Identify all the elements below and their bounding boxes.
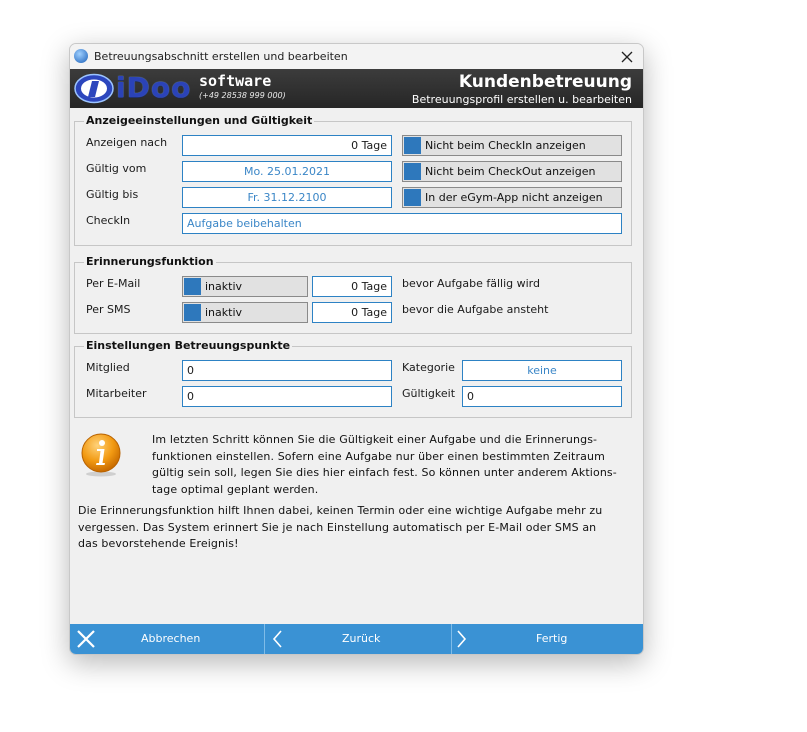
chevron-left-icon [272,630,282,648]
mitglied-input[interactable] [182,360,392,381]
info-line: Die Erinnerungsfunktion hilft Ihnen dabe… [78,504,603,517]
footer-bar: Abbrechen Zurück Fertig [70,624,643,654]
header-banner: iDoo software (+49 28538 999 000) Kunden… [70,69,643,108]
sms-days-input[interactable] [312,302,392,323]
info-icon [81,433,121,477]
info-line: vergessen. Das System erinnert Sie je na… [78,520,597,534]
group-punkte-legend: Einstellungen Betreuungspunkte [84,339,293,352]
info-line: das bevorstehende Ereignis! [78,537,239,550]
app-icon [74,49,88,63]
checkbox-label: In der eGym-App nicht anzeigen [425,191,603,204]
toggle-indicator [184,304,201,321]
back-button[interactable]: Zurück [265,624,451,654]
mitglied-label: Mitglied [86,361,130,374]
email-suffix: bevor Aufgabe fällig wird [402,277,540,290]
sms-toggle[interactable]: inaktiv [182,302,308,323]
header-title: Kundenbetreuung [458,72,632,92]
close-icon [621,51,633,62]
checkbox-indicator [404,163,421,180]
checkbox-indicator [404,189,421,206]
header-subtitle: Betreuungsprofil erstellen u. bearbeiten [411,93,632,106]
gueltig-vom-input[interactable] [182,161,392,182]
checkbox-not-checkout[interactable]: Nicht beim CheckOut anzeigen [402,161,622,182]
email-label: Per E-Mail [86,277,141,290]
checkbox-not-egym[interactable]: In der eGym-App nicht anzeigen [402,187,622,208]
checkbox-indicator [404,137,421,154]
close-button[interactable] [611,44,643,69]
info-line: tage optimal geplant werden. [152,482,319,496]
title-bar: Betreuungsabschnitt erstellen und bearbe… [70,44,643,69]
reminder-paragraph: Die Erinnerungsfunktion hilft Ihnen dabe… [78,503,638,553]
back-label: Zurück [342,632,381,645]
finish-label: Fertig [536,632,568,645]
mitarbeiter-label: Mitarbeiter [86,387,147,400]
info-line: funktionen einstellen. Sofern eine Aufga… [152,449,605,463]
gueltig-bis-label: Gültig bis [86,188,139,201]
toggle-indicator [184,278,201,295]
gueltigkeit-input[interactable] [462,386,622,407]
logo-text: iDoo [116,71,192,104]
close-icon [77,630,95,648]
checkin-label: CheckIn [86,214,131,227]
window-title: Betreuungsabschnitt erstellen und bearbe… [94,50,348,63]
anzeigen-label: Anzeigen nach [86,136,168,149]
group-anzeige: Anzeigeeinstellungen und Gültigkeit Anze… [74,114,632,246]
chevron-right-icon [457,630,467,648]
gueltig-bis-input[interactable] [182,187,392,208]
sms-label: Per SMS [86,303,131,316]
group-erinnerung: Erinnerungsfunktion Per E-Mail inaktiv b… [74,255,632,334]
group-erinnerung-legend: Erinnerungsfunktion [84,255,216,268]
email-status: inaktiv [205,280,243,293]
info-line: gültig sein soll, legen Sie dies hier ei… [152,466,617,479]
dialog-window: Betreuungsabschnitt erstellen und bearbe… [69,43,644,655]
sms-status: inaktiv [205,306,243,319]
cancel-button[interactable]: Abbrechen [70,624,264,654]
checkbox-not-checkin[interactable]: Nicht beim CheckIn anzeigen [402,135,622,156]
kategorie-input[interactable] [462,360,622,381]
anzeigen-input[interactable] [182,135,392,156]
idoo-logo-icon [74,73,114,104]
info-line: Im letzten Schritt können Sie die Gültig… [152,433,598,446]
cancel-label: Abbrechen [141,632,201,645]
logo-software: software [199,72,272,90]
group-punkte: Einstellungen Betreuungspunkte Mitglied … [74,339,632,418]
finish-button[interactable]: Fertig [452,624,643,654]
checkbox-label: Nicht beim CheckOut anzeigen [425,165,596,178]
logo-phone: (+49 28538 999 000) [199,91,286,100]
sms-suffix: bevor die Aufgabe ansteht [402,303,549,316]
checkbox-label: Nicht beim CheckIn anzeigen [425,139,586,152]
gueltigkeit-label: Gültigkeit [402,387,456,400]
checkin-input[interactable] [182,213,622,234]
kategorie-label: Kategorie [402,361,455,374]
gueltig-vom-label: Gültig vom [86,162,147,175]
mitarbeiter-input[interactable] [182,386,392,407]
email-days-input[interactable] [312,276,392,297]
group-anzeige-legend: Anzeigeeinstellungen und Gültigkeit [84,114,315,127]
info-paragraph: Im letzten Schritt können Sie die Gültig… [152,432,632,498]
email-toggle[interactable]: inaktiv [182,276,308,297]
